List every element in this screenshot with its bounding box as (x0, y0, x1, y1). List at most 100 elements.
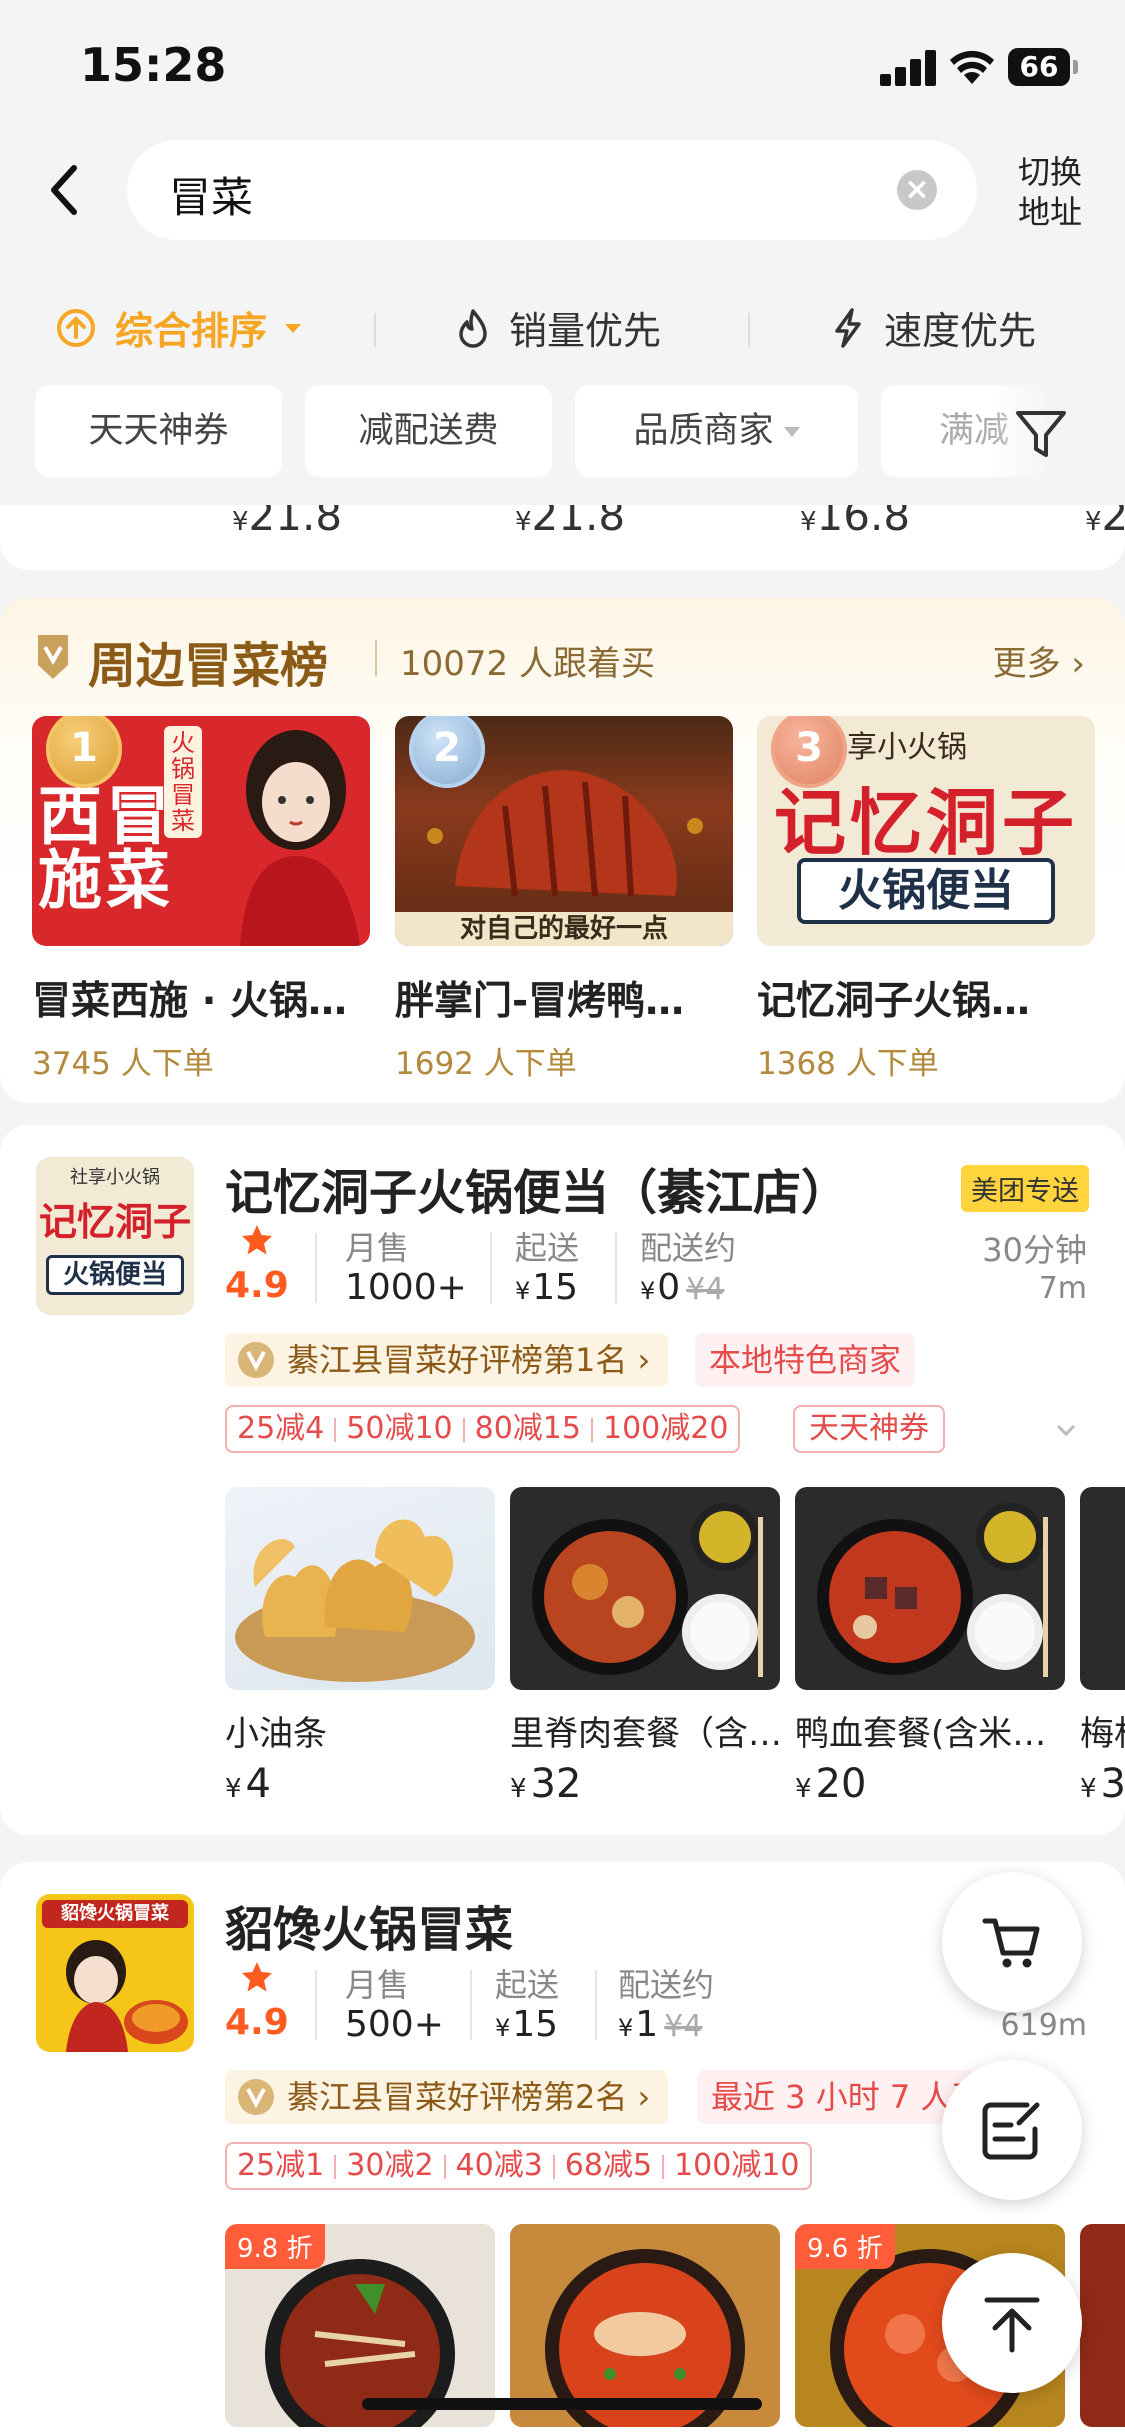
more-link[interactable]: 更多 › (993, 636, 1085, 685)
status-time: 15:28 (80, 38, 227, 92)
discount-badge: 9.6 折 (795, 2224, 895, 2269)
ranking-order-count: 1692 人下单 (395, 1046, 577, 1082)
poster-title: 冒菜西施 (32, 782, 169, 910)
dish-list: 小油条 ¥4 里脊肉套餐（含… ¥32 鸭血套餐(含米… ¥ 20 梅 ¥ 3 (225, 1487, 1125, 1827)
set-meal-illustration (532, 1503, 763, 1677)
scroll-to-top-button[interactable] (942, 2253, 1082, 2393)
search-input[interactable]: 冒菜 (169, 164, 253, 225)
status-bar: 15:28 66 (0, 0, 1125, 130)
rank-badge-icon (238, 2079, 274, 2115)
store-image: 冒菜西施 火锅冒菜 1 (32, 716, 370, 946)
dish-image: 9.8 折 (225, 2224, 495, 2427)
promo: 50减10 (346, 1411, 453, 1446)
dish-item[interactable]: 里脊肉套餐（含… ¥32 (510, 1487, 780, 1807)
ranking-item[interactable]: 社享小火锅 记忆洞子 火锅便当 3 记忆洞子火锅… 1368 人下单 (757, 716, 1095, 1083)
min-order-value: ¥15 (495, 2004, 559, 2045)
sort-label: 速度优先 (884, 309, 1037, 353)
rank-badge-icon (38, 635, 68, 679)
ranking-item[interactable]: 对自己的最好一点 2 胖掌门-冒烤鸭… 1692 人下单 (395, 716, 733, 1083)
promo: 40减3 (455, 2148, 543, 2183)
dish-item[interactable]: 鸭血套餐(含米… ¥20 (795, 1487, 1065, 1807)
store-card[interactable]: 社享小火锅 记忆洞子 火锅便当 记忆洞子火锅便当（綦江店） 美团专送 4.9 月… (0, 1125, 1125, 1835)
divider (615, 1233, 617, 1303)
cart-button[interactable] (942, 1872, 1082, 2012)
ranking-store-name: 记忆洞子火锅… (757, 979, 1031, 1024)
signal-icon (880, 50, 938, 86)
sort-sales[interactable]: 销量优先 (455, 300, 661, 355)
dish-price: ¥21.8 (232, 505, 343, 540)
sort-speed[interactable]: 速度优先 (830, 300, 1036, 355)
ranking-order-count: 3745 人下单 (32, 1046, 214, 1082)
star-icon (242, 1962, 272, 1992)
delivery-fee: ¥1 ¥4 (618, 2004, 703, 2045)
sort-label: 销量优先 (509, 309, 662, 353)
ranking-order-count: 1368 人下单 (757, 1046, 939, 1082)
chip-reduced-delivery[interactable]: 减配送费 (305, 385, 552, 477)
ranking-pill[interactable]: 綦江县冒菜好评榜第2名 › (225, 2070, 669, 2124)
store-name: 貂馋火锅冒菜 (225, 1902, 514, 1958)
home-indicator[interactable] (362, 2398, 762, 2410)
dish-image (1080, 2224, 1125, 2427)
dish-price: ¥4 (225, 1761, 271, 1807)
dish-image (510, 2224, 780, 2427)
sort-comprehensive[interactable]: 综合排序 (55, 300, 305, 355)
promo-tags: 25减4 50减10 80减15 100减20 (225, 1405, 741, 1453)
filter-funnel-icon[interactable] (1012, 405, 1070, 463)
dish-price: ¥20 (795, 1761, 867, 1807)
divider (374, 313, 376, 347)
back-arrow-icon[interactable] (40, 160, 90, 220)
delivery-time: 30分钟 (982, 1231, 1087, 1269)
dish-price: ¥2 (1085, 505, 1125, 540)
dish-image (225, 1487, 495, 1690)
min-order-label: 起送 (495, 1966, 560, 2004)
sort-up-circle-icon (57, 308, 95, 347)
divider (748, 313, 750, 347)
store-image: 社享小火锅 记忆洞子 火锅便当 3 (757, 716, 1095, 946)
dish-item[interactable]: 9.8 折 (225, 2224, 495, 2427)
ranking-store-name: 胖掌门-冒烤鸭… (395, 979, 685, 1024)
ranking-item[interactable]: 冒菜西施 火锅冒菜 1 冒菜西施 · 火锅… 3745 人下单 (32, 716, 370, 1083)
ranking-store-name: 冒菜西施 · 火锅… (32, 979, 347, 1024)
delivery-badge: 美团专送 (961, 1165, 1089, 1212)
dish-image (510, 1487, 780, 1690)
dish-item[interactable] (1080, 2224, 1125, 2427)
feature-pill: 最近 3 小时 7 人下 (697, 2070, 977, 2124)
hotpot-illustration (545, 2249, 745, 2427)
lightning-icon (835, 307, 861, 348)
ranking-pill[interactable]: 綦江县冒菜好评榜第1名 › (225, 1333, 669, 1387)
divider (315, 1970, 317, 2040)
dish-item[interactable]: 小油条 ¥4 (225, 1487, 495, 1807)
switch-address-button[interactable]: 切换地址 (1010, 152, 1090, 232)
promo: 25减1 (237, 2148, 325, 2183)
sort-bar: 综合排序 销量优先 速度优先 (0, 285, 1125, 365)
divider (375, 640, 377, 676)
chip-quality-merchant[interactable]: 品质商家 (575, 385, 858, 477)
promo: 30减2 (346, 2148, 434, 2183)
battery-icon: 66 (1008, 48, 1078, 86)
chevron-down-icon[interactable] (1055, 1423, 1077, 1437)
dish-name: 里脊肉套餐（含… (510, 1714, 780, 1754)
coupon-tag: 天天神券 (793, 1405, 945, 1453)
ranking-subtitle: 10072 人跟着买 (400, 644, 655, 684)
sort-label: 综合排序 (115, 309, 268, 353)
search-box[interactable]: 冒菜 × (127, 140, 977, 240)
min-order-value: ¥15 (515, 1267, 579, 1308)
chip-label: 品质商家 (633, 411, 774, 451)
clear-icon[interactable]: × (897, 170, 937, 210)
store-name: 记忆洞子火锅便当（綦江店） (225, 1165, 850, 1221)
edit-note-icon (982, 2102, 1040, 2160)
dish-item[interactable] (510, 2224, 780, 2427)
logo-text: 社享小火锅 (70, 1167, 160, 1188)
order-notes-button[interactable] (942, 2060, 1082, 2200)
store-logo: 社享小火锅 记忆洞子 火锅便当 (36, 1157, 194, 1315)
dish-item[interactable]: 梅相 ¥3 (1080, 1487, 1125, 1807)
more-label: 更多 (992, 644, 1061, 684)
monthly-sales: 1000+ (345, 1267, 467, 1308)
chip-daily-coupon[interactable]: 天天神券 (35, 385, 282, 477)
dish-name: 鸭血套餐(含米… (795, 1714, 1047, 1754)
sales-label: 月售 (345, 1966, 410, 2004)
dish-price: ¥3 (1080, 1761, 1125, 1807)
store-logo: 貂馋火锅冒菜 (36, 1894, 194, 2052)
set-meal-illustration (817, 1503, 1048, 1677)
previous-store-card[interactable]: ¥21.8 ¥21.8 ¥16.8 ¥2 (0, 505, 1125, 570)
